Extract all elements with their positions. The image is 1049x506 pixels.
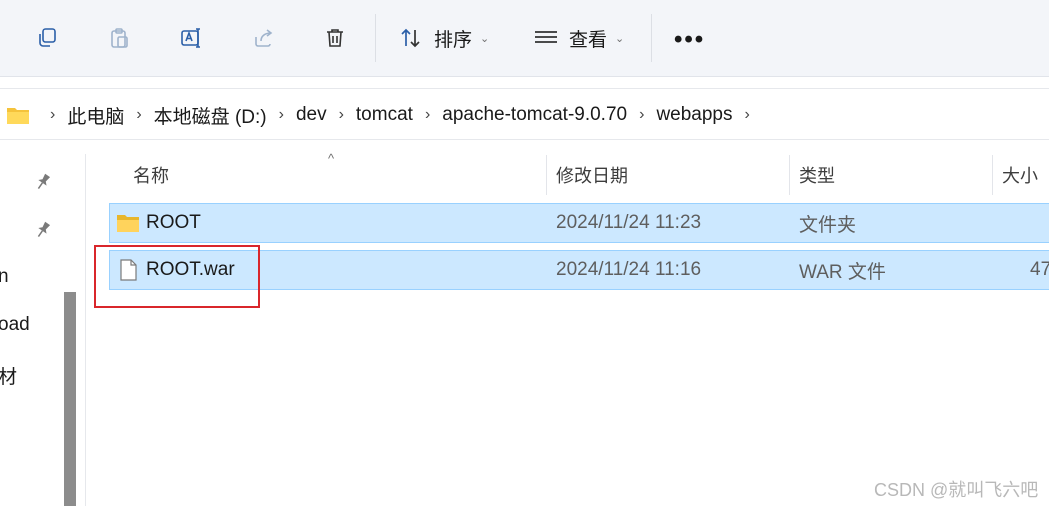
breadcrumb-dev[interactable]: dev	[296, 104, 327, 126]
breadcrumb-local-disk[interactable]: 本地磁盘 (D:)	[154, 102, 267, 129]
watermark: CSDN @就叫飞六吧	[874, 480, 1039, 500]
sort-icon	[401, 28, 420, 48]
annotation-highlight-box	[94, 245, 260, 308]
breadcrumb-separator: ›	[639, 106, 645, 123]
file-type: 文件夹	[799, 214, 857, 236]
view-button[interactable]: 查看 ⌄	[533, 22, 624, 54]
copy-icon[interactable]	[33, 24, 61, 52]
paste-icon[interactable]	[105, 24, 133, 52]
column-divider[interactable]	[789, 155, 790, 195]
folder-icon	[7, 108, 29, 124]
file-name: ROOT	[146, 212, 201, 233]
breadcrumb-this-pc[interactable]: 此电脑	[67, 102, 124, 129]
command-bar: 排序 ⌄ 查看 ⌄ •••	[0, 0, 1049, 77]
file-modified: 2024/11/24 11:23	[556, 212, 702, 233]
more-options-button[interactable]: •••	[674, 26, 705, 54]
folder-icon	[117, 215, 139, 232]
breadcrumb-tomcat[interactable]: tomcat	[356, 104, 413, 126]
breadcrumb-separator: ›	[338, 106, 344, 123]
chevron-down-icon: ⌄	[615, 32, 625, 45]
chevron-down-icon: ⌄	[480, 32, 490, 45]
toolbar-separator	[651, 14, 652, 62]
breadcrumb-separator: ›	[50, 106, 56, 123]
rename-icon[interactable]	[177, 24, 205, 52]
nav-item-partial[interactable]: 材	[0, 362, 17, 389]
breadcrumb-separator: ›	[136, 106, 142, 123]
breadcrumb-separator: ›	[424, 106, 431, 123]
view-label: 查看	[569, 29, 608, 51]
file-type: WAR 文件	[799, 261, 886, 283]
pin-icon[interactable]	[33, 172, 53, 192]
breadcrumb: › 此电脑 › 本地磁盘 (D:) › dev › tomcat › apach…	[6, 102, 762, 128]
breadcrumb-webapps[interactable]: webapps	[656, 104, 732, 126]
view-icon	[535, 31, 557, 43]
address-bar[interactable]: › 此电脑 › 本地磁盘 (D:) › dev › tomcat › apach…	[0, 88, 1049, 140]
delete-icon[interactable]	[321, 24, 349, 52]
share-icon[interactable]	[250, 24, 278, 52]
column-divider[interactable]	[546, 155, 547, 195]
column-header-name[interactable]: 名称	[133, 155, 169, 195]
toolbar-separator	[375, 14, 376, 62]
navigation-pane: n oad 材	[0, 154, 86, 506]
file-modified: 2024/11/24 11:16	[556, 259, 702, 280]
breadcrumb-separator: ›	[278, 106, 284, 123]
pin-icon[interactable]	[33, 220, 53, 240]
nav-item-downloads-partial[interactable]: oad	[0, 314, 30, 336]
file-size: 47	[1030, 259, 1049, 280]
file-row-root-folder[interactable]: ROOT 2024/11/24 11:23 文件夹	[109, 203, 1049, 243]
nav-item-partial[interactable]: n	[0, 266, 9, 288]
breadcrumb-separator: ›	[744, 106, 750, 123]
sort-label: 排序	[434, 29, 473, 51]
column-divider[interactable]	[992, 155, 993, 195]
breadcrumb-apache-tomcat[interactable]: apache-tomcat-9.0.70	[442, 104, 627, 126]
nav-scrollbar[interactable]	[64, 292, 76, 506]
column-header-size[interactable]: 大小	[1002, 155, 1038, 195]
file-explorer-window: 排序 ⌄ 查看 ⌄ ••• › 此电脑 › 本地磁盘 (D:) › dev ›	[0, 0, 1049, 506]
column-header-modified[interactable]: 修改日期	[556, 155, 628, 195]
column-header-row: ^ 名称 修改日期 类型 大小	[110, 151, 1049, 195]
sort-button[interactable]: 排序 ⌄	[398, 22, 489, 54]
column-header-type[interactable]: 类型	[799, 155, 835, 195]
sort-ascending-icon: ^	[328, 151, 335, 166]
